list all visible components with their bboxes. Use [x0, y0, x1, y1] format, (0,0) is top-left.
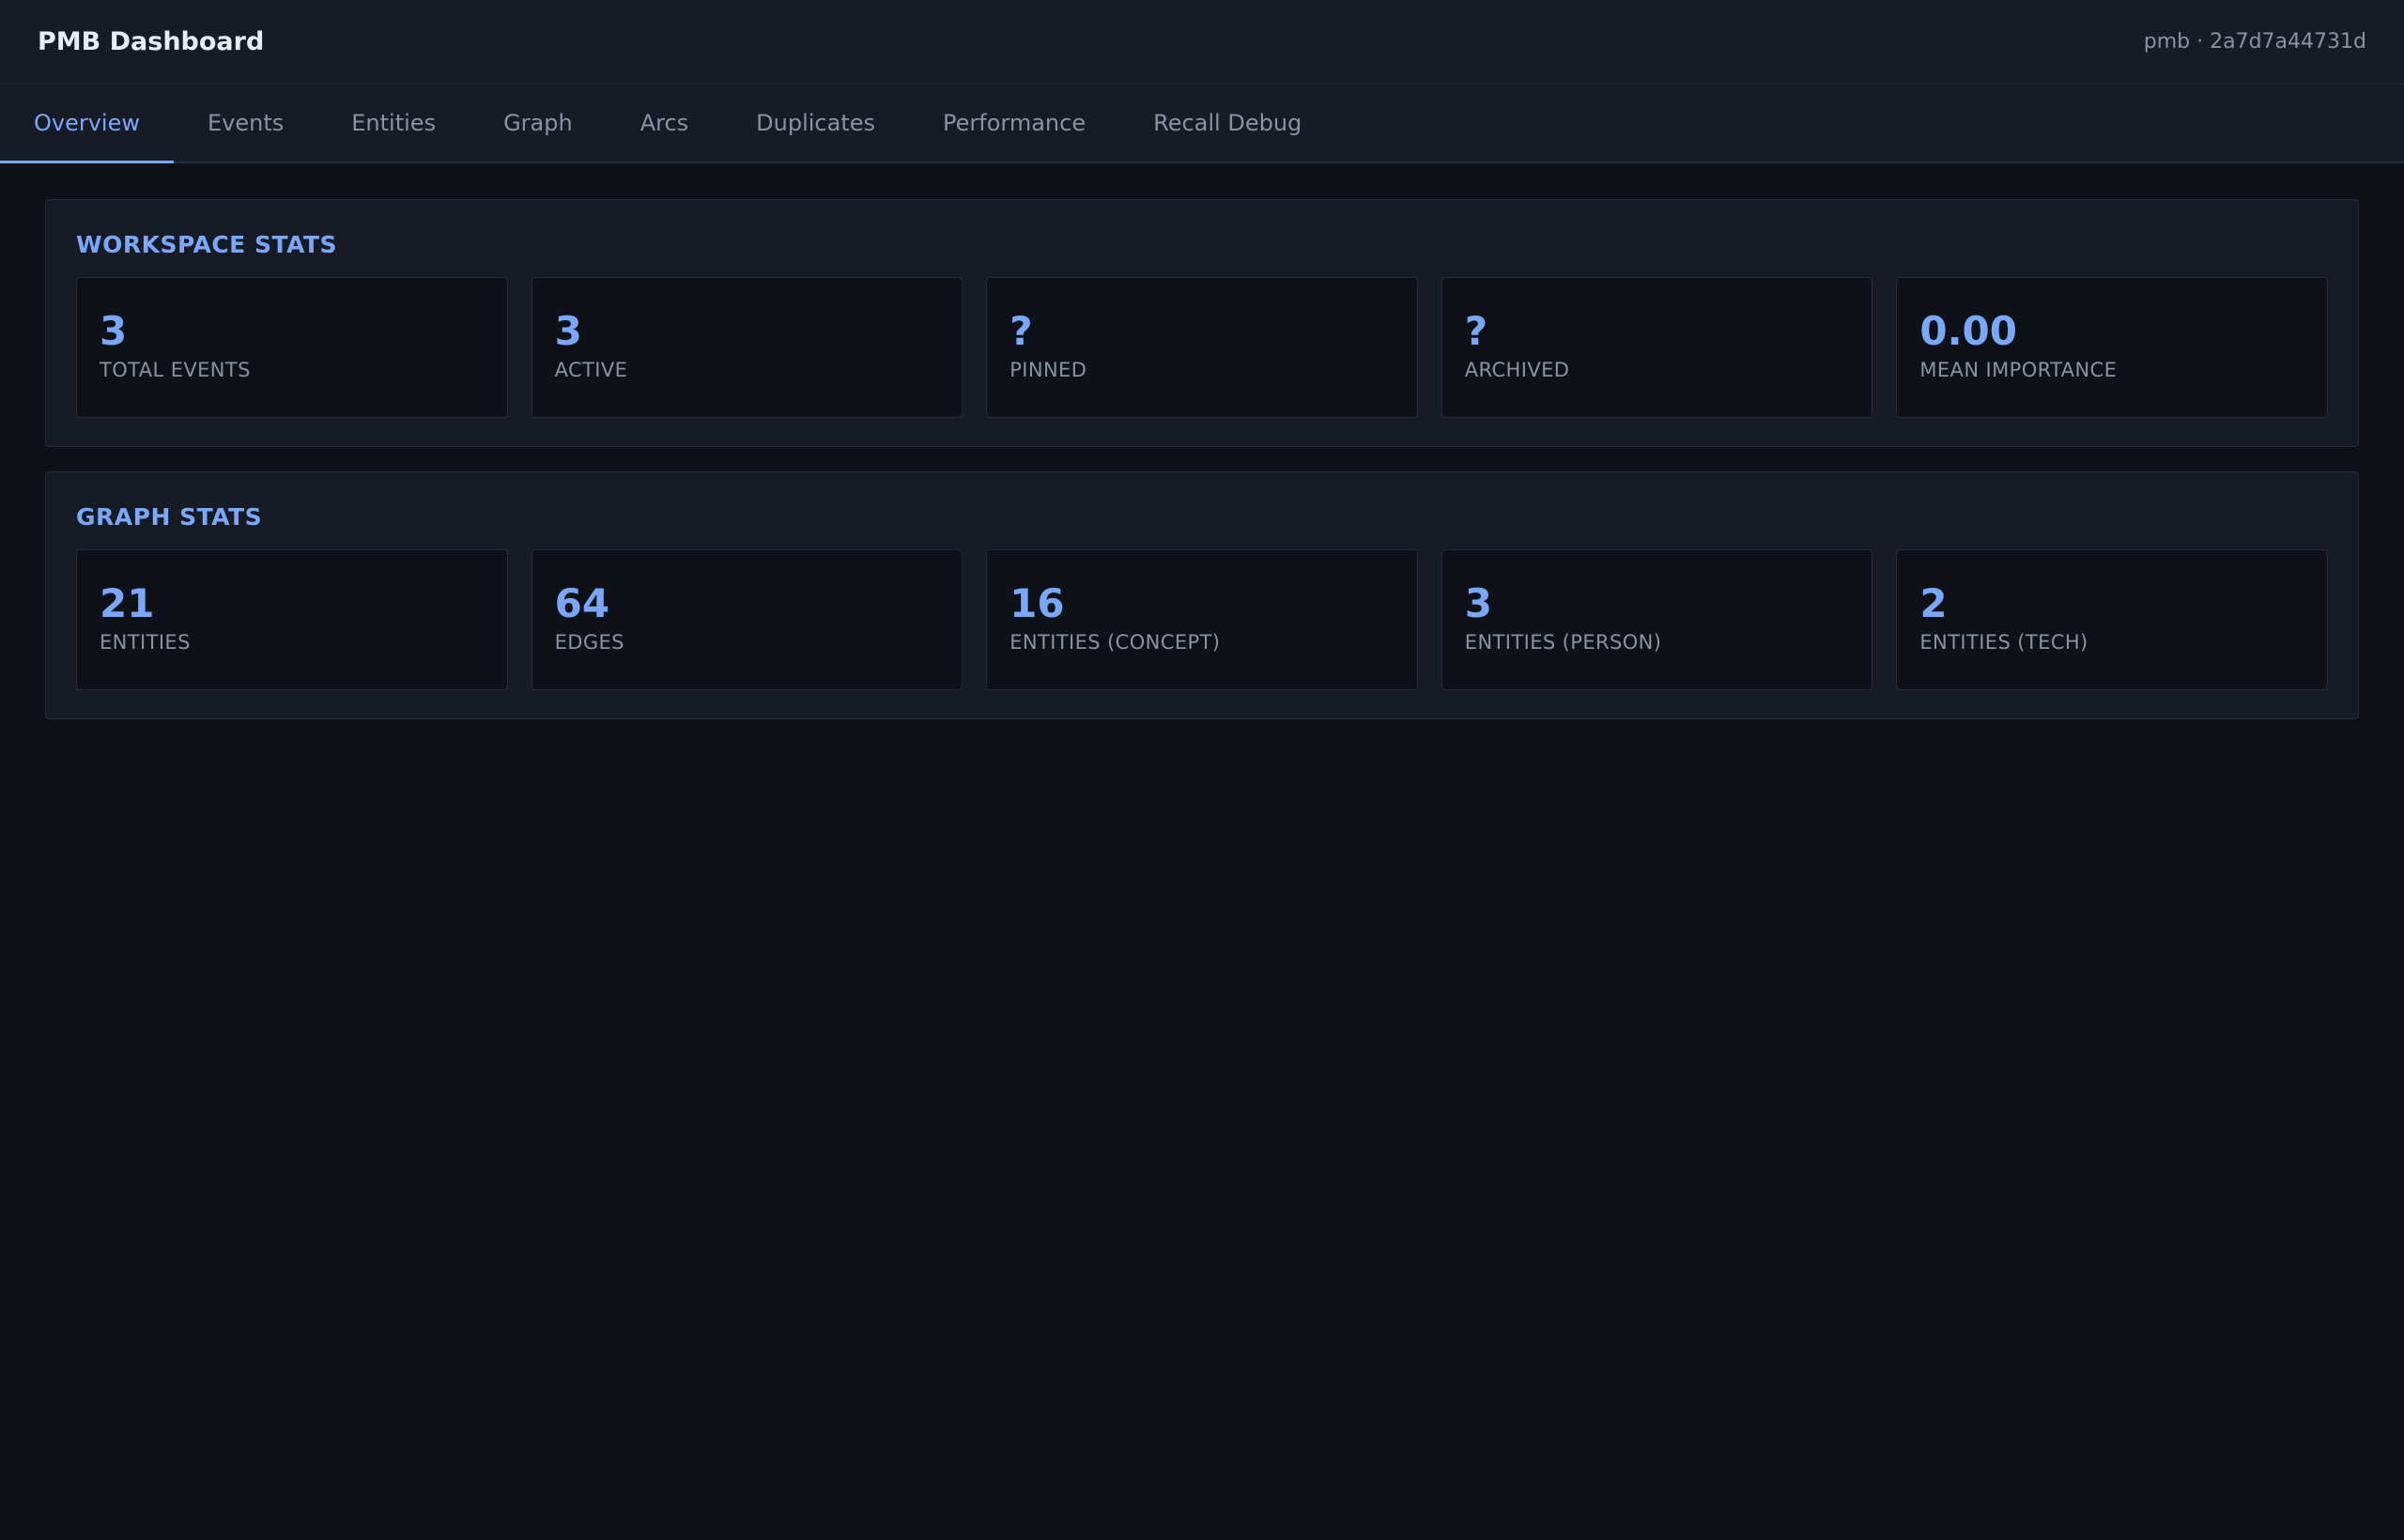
stat-card-pinned: ? PINNED [986, 277, 1418, 418]
graph-stats-panel: GRAPH STATS 21 ENTITIES 64 EDGES 16 ENTI… [45, 471, 2359, 719]
stat-label: MEAN IMPORTANCE [1919, 359, 2118, 381]
stat-card-total-events: 3 TOTAL EVENTS [76, 277, 508, 418]
stat-card-entities-tech: 2 ENTITIES (TECH) [1896, 549, 2328, 690]
stat-value: 3 [1464, 580, 1493, 626]
stat-label: ENTITIES (CONCEPT) [1009, 631, 1221, 654]
stat-card-active: 3 ACTIVE [531, 277, 963, 418]
workspace-id: pmb · 2a7d7a44731d [2143, 30, 2366, 54]
stat-value: 64 [554, 580, 610, 626]
stat-label: ACTIVE [554, 359, 628, 381]
graph-stats-title: GRAPH STATS [76, 503, 263, 531]
stat-card-entities: 21 ENTITIES [76, 549, 508, 690]
tab-performance[interactable]: Performance [909, 85, 1119, 163]
graph-stats-cards: 21 ENTITIES 64 EDGES 16 ENTITIES (CONCEP… [76, 549, 2328, 690]
stat-card-entities-person: 3 ENTITIES (PERSON) [1441, 549, 1873, 690]
stat-value: 3 [100, 308, 128, 354]
tab-graph[interactable]: Graph [470, 85, 607, 163]
stat-label: ENTITIES (PERSON) [1464, 631, 1662, 654]
workspace-stats-panel: WORKSPACE STATS 3 TOTAL EVENTS 3 ACTIVE … [45, 199, 2359, 447]
stat-value: 3 [554, 308, 582, 354]
tab-duplicates[interactable]: Duplicates [722, 85, 909, 163]
tab-bar: Overview Events Entities Graph Arcs Dupl… [0, 85, 2404, 163]
stat-value: 21 [100, 580, 155, 626]
stat-card-archived: ? ARCHIVED [1441, 277, 1873, 418]
stat-card-entities-concept: 16 ENTITIES (CONCEPT) [986, 549, 1418, 690]
tab-overview[interactable]: Overview [0, 85, 174, 163]
tab-recall-debug[interactable]: Recall Debug [1119, 85, 1335, 163]
app-title: PMB Dashboard [38, 27, 265, 56]
top-bar: PMB Dashboard pmb · 2a7d7a44731d [0, 0, 2404, 85]
stat-value: ? [1009, 308, 1033, 354]
stat-label: TOTAL EVENTS [100, 359, 251, 381]
stat-label: ARCHIVED [1464, 359, 1570, 381]
stat-value: 16 [1009, 580, 1065, 626]
stat-value: 2 [1919, 580, 1948, 626]
stat-label: EDGES [554, 631, 624, 654]
stat-value: 0.00 [1919, 308, 2018, 354]
stat-label: ENTITIES [100, 631, 191, 654]
tab-arcs[interactable]: Arcs [607, 85, 722, 163]
stat-value: ? [1464, 308, 1488, 354]
stat-card-edges: 64 EDGES [531, 549, 963, 690]
stat-label: ENTITIES (TECH) [1919, 631, 2088, 654]
workspace-stats-cards: 3 TOTAL EVENTS 3 ACTIVE ? PINNED ? ARCHI… [76, 277, 2328, 418]
main-content: WORKSPACE STATS 3 TOTAL EVENTS 3 ACTIVE … [0, 163, 2404, 779]
tab-events[interactable]: Events [174, 85, 317, 163]
stat-card-mean-importance: 0.00 MEAN IMPORTANCE [1896, 277, 2328, 418]
stat-label: PINNED [1009, 359, 1087, 381]
workspace-stats-title: WORKSPACE STATS [76, 231, 338, 258]
tab-entities[interactable]: Entities [317, 85, 470, 163]
